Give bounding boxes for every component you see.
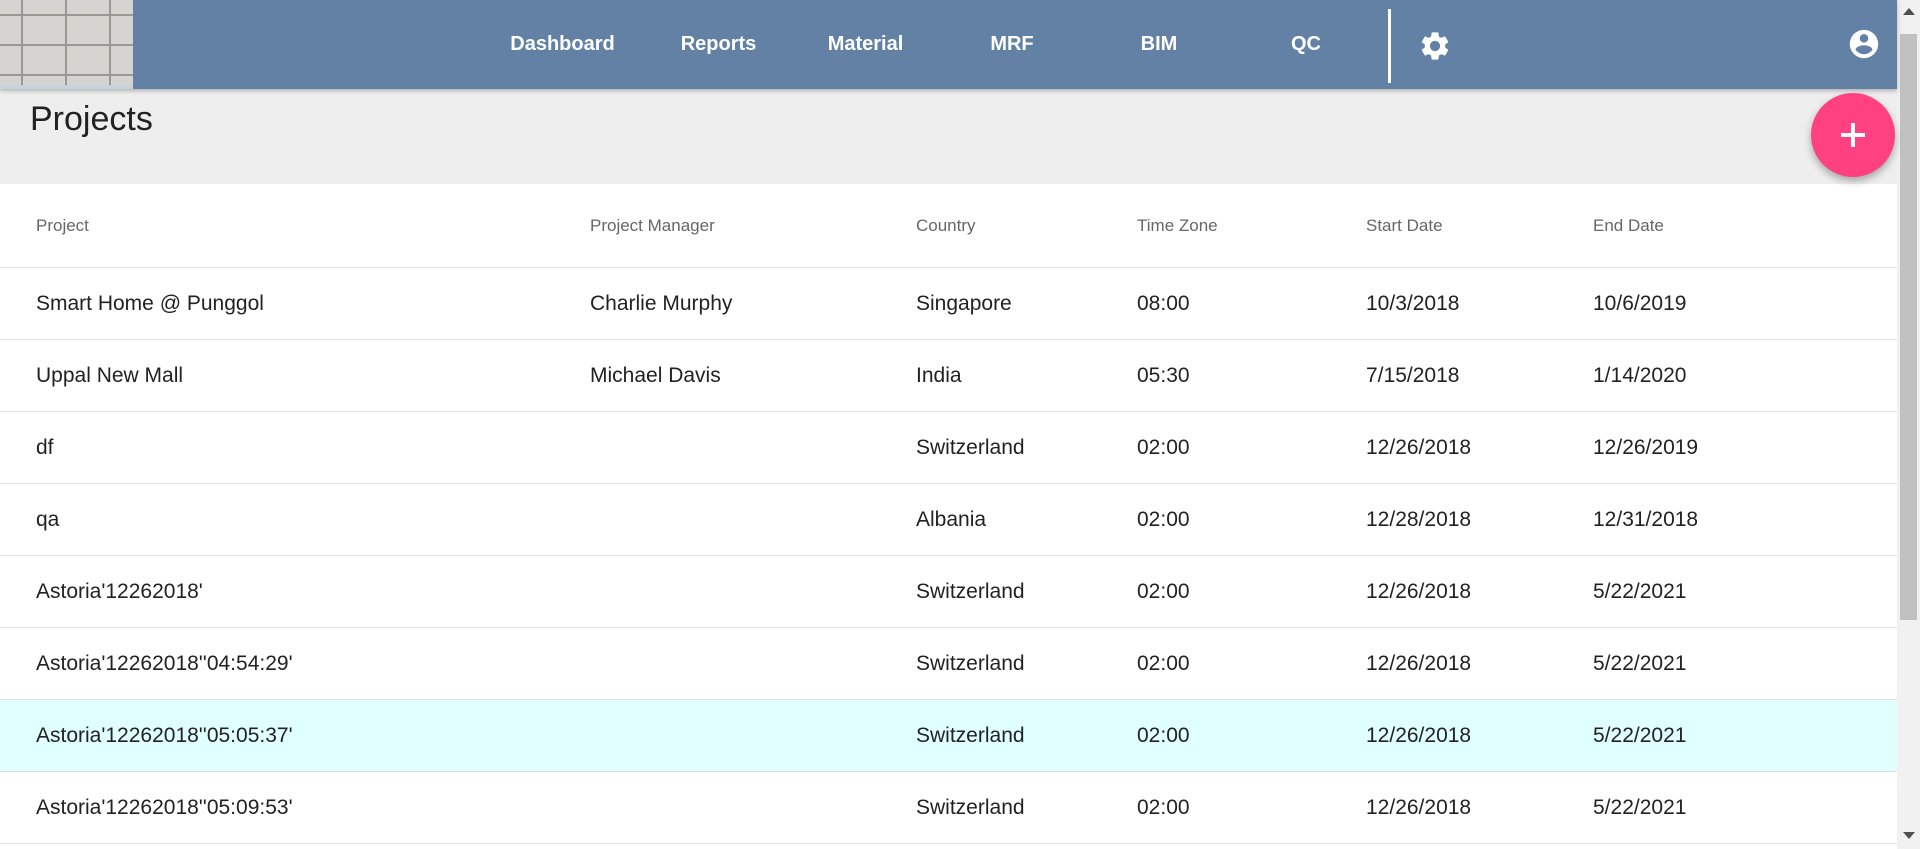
cell-end-date: 5/22/2021 [1593, 652, 1687, 675]
cell-start-date: 12/26/2018 [1366, 724, 1472, 747]
cell-country: Switzerland [916, 724, 1025, 747]
header-end-date[interactable]: End Date [1593, 184, 1664, 268]
cell-country: Switzerland [916, 436, 1025, 459]
cell-country: Singapore [916, 292, 1012, 315]
header-project[interactable]: Project [36, 184, 89, 268]
table-row-hovered[interactable]: Astoria'12262018''05:05:37' Switzerland … [0, 700, 1897, 772]
cell-project: Smart Home @ Punggol [36, 292, 264, 315]
cell-time-zone: 02:00 [1137, 508, 1190, 531]
cell-project-manager: Charlie Murphy [590, 292, 733, 315]
table-row[interactable]: Smart Home @ Punggol Charlie Murphy Sing… [0, 268, 1897, 340]
nav-dashboard[interactable]: Dashboard [500, 0, 625, 89]
cell-start-date: 12/26/2018 [1366, 436, 1472, 459]
cell-end-date: 1/14/2020 [1593, 364, 1687, 387]
scroll-up-arrow-icon[interactable] [1903, 8, 1915, 15]
cell-time-zone: 02:00 [1137, 436, 1190, 459]
scroll-thumb[interactable] [1900, 34, 1917, 620]
cell-country: Switzerland [916, 796, 1025, 819]
header-project-manager[interactable]: Project Manager [590, 184, 715, 268]
cell-country: Switzerland [916, 580, 1025, 603]
cell-time-zone: 02:00 [1137, 724, 1190, 747]
nav-divider [1388, 9, 1391, 83]
cell-time-zone: 08:00 [1137, 292, 1190, 315]
nav-bim[interactable]: BIM [1114, 0, 1204, 89]
cell-project: Astoria'12262018' [36, 580, 203, 603]
cell-project: Uppal New Mall [36, 364, 184, 387]
cell-end-date: 5/22/2021 [1593, 580, 1687, 603]
gear-icon[interactable] [1418, 29, 1452, 63]
table-row[interactable]: Astoria'12262018''04:54:29' Switzerland … [0, 628, 1897, 700]
cell-project: Astoria'12262018''05:09:53' [36, 796, 293, 819]
table-row[interactable]: Astoria'12262018' Switzerland 02:00 12/2… [0, 556, 1897, 628]
header-country[interactable]: Country [916, 184, 976, 268]
header-time-zone[interactable]: Time Zone [1137, 184, 1218, 268]
cell-time-zone: 02:00 [1137, 580, 1190, 603]
top-navbar: Dashboard Reports Material MRF BIM QC [0, 0, 1897, 89]
cell-end-date: 12/26/2019 [1593, 436, 1699, 459]
table-row[interactable]: qa Albania 02:00 12/28/2018 12/31/2018 [0, 484, 1897, 556]
cell-time-zone: 02:00 [1137, 652, 1190, 675]
table-row[interactable]: df Switzerland 02:00 12/26/2018 12/26/20… [0, 412, 1897, 484]
brick-wall-logo[interactable] [0, 0, 133, 89]
nav-material[interactable]: Material [810, 0, 921, 89]
cell-project-manager: Michael Davis [590, 364, 721, 387]
cell-country: Albania [916, 508, 987, 531]
plus-icon [1841, 123, 1865, 147]
table-row[interactable]: Uppal New Mall Michael Davis India 05:30… [0, 340, 1897, 412]
nav-qc[interactable]: QC [1262, 0, 1350, 89]
cell-end-date: 10/6/2019 [1593, 292, 1687, 315]
add-project-button[interactable] [1811, 93, 1895, 177]
cell-country: Switzerland [916, 652, 1025, 675]
projects-table: Project Project Manager Country Time Zon… [0, 184, 1897, 849]
cell-project: Astoria'12262018''04:54:29' [36, 652, 293, 675]
table-row[interactable]: Astoria'12262018''05:09:53' Switzerland … [0, 772, 1897, 844]
scroll-down-arrow-icon[interactable] [1903, 832, 1915, 839]
nav-mrf[interactable]: MRF [967, 0, 1057, 89]
account-circle-icon[interactable] [1847, 27, 1881, 61]
cell-start-date: 10/3/2018 [1366, 292, 1460, 315]
cell-start-date: 12/26/2018 [1366, 652, 1472, 675]
cell-start-date: 12/26/2018 [1366, 796, 1472, 819]
cell-start-date: 12/26/2018 [1366, 580, 1472, 603]
cell-end-date: 12/31/2018 [1593, 508, 1699, 531]
header-start-date[interactable]: Start Date [1366, 184, 1443, 268]
cell-project: qa [36, 508, 60, 531]
cell-country: India [916, 364, 962, 387]
nav-reports[interactable]: Reports [660, 0, 777, 89]
cell-end-date: 5/22/2021 [1593, 724, 1687, 747]
vertical-scrollbar[interactable] [1897, 0, 1920, 849]
cell-project: df [36, 436, 54, 459]
cell-project: Astoria'12262018''05:05:37' [36, 724, 293, 747]
cell-start-date: 7/15/2018 [1366, 364, 1460, 387]
cell-time-zone: 02:00 [1137, 796, 1190, 819]
cell-time-zone: 05:30 [1137, 364, 1190, 387]
page-title: Projects [30, 100, 153, 138]
cell-start-date: 12/28/2018 [1366, 508, 1472, 531]
cell-end-date: 5/22/2021 [1593, 796, 1687, 819]
table-header: Project Project Manager Country Time Zon… [0, 184, 1897, 268]
